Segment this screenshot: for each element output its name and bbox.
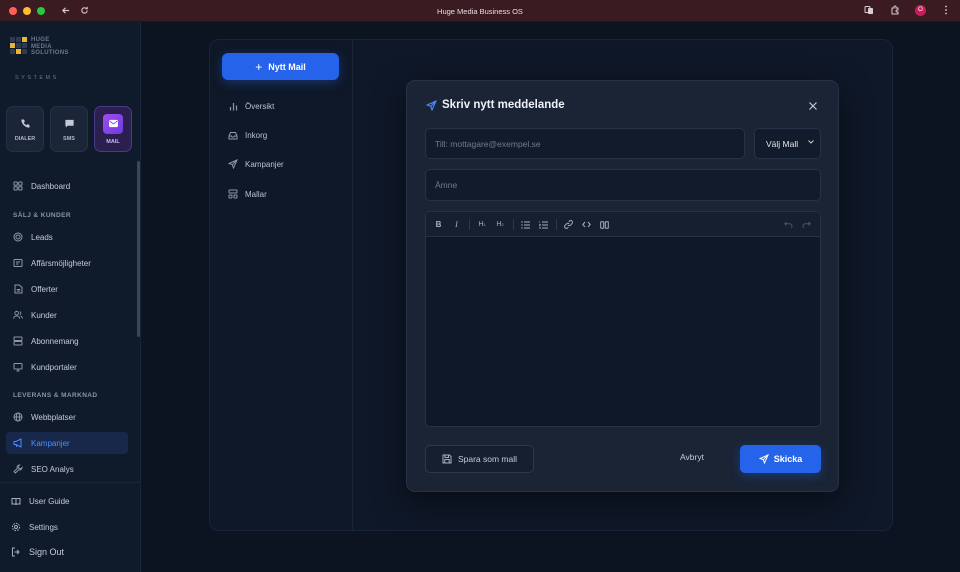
target-icon bbox=[13, 232, 23, 242]
quote-icon[interactable] bbox=[599, 219, 610, 230]
subject-input[interactable]: Ämne bbox=[425, 169, 821, 201]
sidebar-divider bbox=[0, 482, 141, 483]
sidebar-item-websites[interactable]: Webbplatser bbox=[6, 406, 128, 428]
translate-icon[interactable] bbox=[863, 4, 875, 16]
sidebar-item-opportunities[interactable]: Affärsmöjligheter bbox=[6, 252, 128, 274]
chevron-down-icon bbox=[808, 140, 814, 144]
bold-icon[interactable]: B bbox=[433, 219, 444, 230]
logout-icon bbox=[11, 547, 21, 557]
maximize-window-button[interactable] bbox=[37, 6, 45, 15]
sidebar-item-user-guide[interactable]: User Guide bbox=[4, 491, 134, 511]
users-icon bbox=[13, 310, 23, 320]
sidebar-item-seo-analysis[interactable]: SEO Analys bbox=[6, 458, 128, 480]
redo-icon[interactable] bbox=[801, 219, 812, 230]
mail-nav-inbox[interactable]: Inkorg bbox=[228, 128, 267, 142]
section-label-delivery: LEVERANS & MARKNAD bbox=[13, 392, 98, 399]
traffic-lights bbox=[9, 6, 45, 15]
quick-actions: DIALER SMS MAIL bbox=[6, 106, 132, 152]
wrench-icon bbox=[13, 464, 23, 474]
send-button[interactable]: Skicka bbox=[740, 445, 821, 473]
sidebar-item-dashboard[interactable]: Dashboard bbox=[6, 175, 128, 197]
phone-icon bbox=[18, 117, 32, 131]
ordered-list-icon[interactable] bbox=[538, 219, 549, 230]
undo-icon[interactable] bbox=[783, 219, 794, 230]
save-template-button[interactable]: Spara som mall bbox=[425, 445, 534, 473]
bullet-list-icon[interactable] bbox=[520, 219, 531, 230]
new-mail-button[interactable]: + Nytt Mail bbox=[222, 53, 339, 80]
sidebar-item-campaigns[interactable]: Kampanjer bbox=[6, 432, 128, 454]
section-label-sales: SÄLJ & KUNDER bbox=[13, 212, 71, 219]
close-window-button[interactable] bbox=[9, 6, 17, 15]
megaphone-icon bbox=[13, 438, 23, 448]
profile-avatar[interactable]: O bbox=[915, 4, 926, 16]
send-icon bbox=[425, 99, 437, 111]
sidebar-item-settings[interactable]: Settings bbox=[4, 517, 134, 537]
sign-out-button[interactable]: Sign Out bbox=[4, 542, 134, 562]
sidebar-item-subscriptions[interactable]: Abonnemang bbox=[6, 330, 128, 352]
mail-icon bbox=[103, 113, 123, 134]
monitor-icon bbox=[13, 362, 23, 372]
sidebar-item-customer-portals[interactable]: Kundportaler bbox=[6, 356, 128, 378]
sidebar-item-offers[interactable]: Offerter bbox=[6, 278, 128, 300]
send-icon bbox=[228, 159, 238, 169]
cancel-button[interactable]: Avbryt bbox=[680, 452, 704, 462]
heading1-icon[interactable]: H1 bbox=[476, 219, 488, 230]
brand-tagline: SYSTEMS bbox=[15, 75, 59, 81]
back-arrow-icon[interactable] bbox=[61, 6, 70, 15]
send-icon bbox=[758, 454, 769, 464]
toolbar-divider bbox=[513, 219, 514, 230]
link-icon[interactable] bbox=[563, 219, 574, 230]
window-title: Huge Media Business OS bbox=[437, 7, 523, 16]
mail-nav-templates[interactable]: Mallar bbox=[228, 187, 267, 201]
toolbar-divider bbox=[469, 219, 470, 230]
document-icon bbox=[13, 284, 23, 294]
sidebar: HUGE MEDIA SOLUTIONS SYSTEMS DIALER SMS … bbox=[0, 22, 141, 572]
sidebar-item-customers[interactable]: Kunder bbox=[6, 304, 128, 326]
inbox-icon bbox=[228, 130, 238, 140]
template-icon bbox=[228, 189, 238, 199]
italic-icon[interactable]: I bbox=[451, 219, 462, 230]
editor-toolbar: B I H1 H2 bbox=[426, 212, 820, 237]
sidebar-item-leads[interactable]: Leads bbox=[6, 226, 128, 248]
bar-chart-icon bbox=[228, 101, 238, 111]
dialer-button[interactable]: DIALER bbox=[6, 106, 44, 152]
recipient-input[interactable]: Till: mottagare@exempel.se bbox=[425, 128, 745, 159]
close-icon[interactable] bbox=[807, 100, 819, 112]
toolbar-divider bbox=[556, 219, 557, 230]
rich-text-editor[interactable]: B I H1 H2 bbox=[425, 211, 821, 427]
template-select[interactable]: Välj Mall bbox=[754, 128, 821, 159]
code-icon[interactable] bbox=[581, 219, 592, 230]
mail-button[interactable]: MAIL bbox=[94, 106, 132, 152]
logo-mark-icon bbox=[10, 37, 27, 54]
logo-text: HUGE MEDIA SOLUTIONS bbox=[31, 37, 69, 56]
sms-button[interactable]: SMS bbox=[50, 106, 88, 152]
reload-icon[interactable] bbox=[80, 6, 89, 15]
window-titlebar: Huge Media Business OS O bbox=[0, 0, 960, 22]
save-icon bbox=[442, 454, 452, 464]
minimize-window-button[interactable] bbox=[23, 6, 31, 15]
brand-logo[interactable]: HUGE MEDIA SOLUTIONS bbox=[10, 37, 69, 57]
mail-nav-overview[interactable]: Översikt bbox=[228, 99, 274, 113]
sidebar-scrollbar[interactable] bbox=[137, 161, 140, 337]
globe-icon bbox=[13, 412, 23, 422]
chat-icon bbox=[62, 117, 76, 131]
briefcase-icon bbox=[13, 258, 23, 268]
server-icon bbox=[13, 336, 23, 346]
compose-title: Skriv nytt meddelande bbox=[425, 99, 565, 111]
plus-icon: + bbox=[255, 59, 263, 74]
heading2-icon[interactable]: H2 bbox=[494, 219, 506, 230]
book-icon bbox=[11, 496, 21, 506]
extensions-icon[interactable] bbox=[889, 4, 901, 16]
mail-nav-campaigns[interactable]: Kampanjer bbox=[228, 157, 284, 171]
more-menu-icon[interactable] bbox=[940, 4, 952, 16]
gear-icon bbox=[11, 522, 21, 532]
dashboard-icon bbox=[13, 181, 23, 191]
